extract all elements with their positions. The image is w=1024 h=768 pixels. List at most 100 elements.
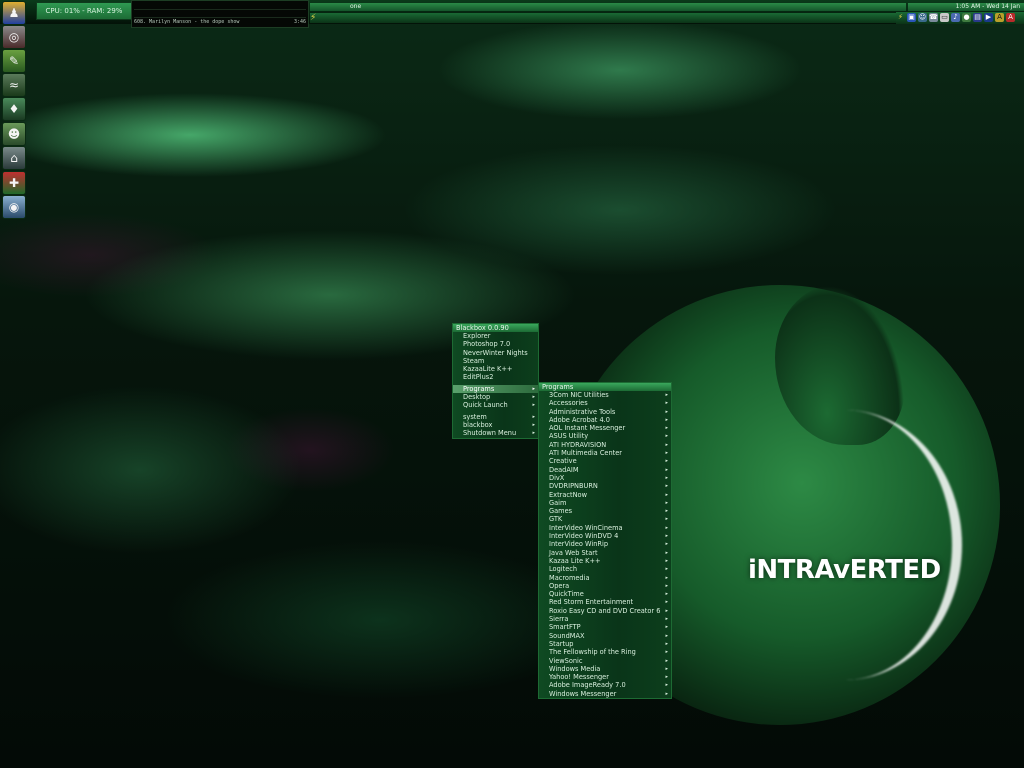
kazaa-icon[interactable]: ✚ xyxy=(2,171,26,195)
programs-menu-item-label: Windows Messenger xyxy=(549,689,617,698)
menu-item-programs[interactable]: Programs ▸ xyxy=(453,384,538,394)
gaim-icon[interactable]: ♦ xyxy=(2,97,26,121)
programs-menu-item[interactable]: The Fellowship of the Ring ▸ xyxy=(539,648,671,656)
programs-menu-item[interactable]: Gaim ▸ xyxy=(539,499,671,507)
menu-item-desktop[interactable]: Desktop ▸ xyxy=(453,393,538,401)
submenu-arrow-icon: ▸ xyxy=(665,557,668,564)
menu-item-system[interactable]: system ▸ xyxy=(453,413,538,421)
ati-tray-icon[interactable]: A xyxy=(1006,13,1015,22)
programs-menu-item[interactable]: Windows Messenger ▸ xyxy=(539,690,671,698)
programs-menu-item-label: Adobe ImageReady 7.0 xyxy=(549,681,626,690)
programs-menu-item[interactable]: Windows Media ▸ xyxy=(539,665,671,673)
volume-tray-icon[interactable]: ♪ xyxy=(951,13,960,22)
submenu-arrow-icon: ▸ xyxy=(665,458,668,465)
play-tray-icon[interactable]: ▶ xyxy=(984,13,993,22)
programs-menu-item[interactable]: DeadAIM ▸ xyxy=(539,466,671,474)
monitor-tray-icon[interactable]: ▭ xyxy=(940,13,949,22)
programs-menu-item[interactable]: Creative ▸ xyxy=(539,457,671,465)
headphones-icon[interactable]: ◎ xyxy=(2,25,26,49)
programs-menu-item-label: DVDRIPNBURN xyxy=(549,482,598,491)
programs-menu-item-label: The Fellowship of the Ring xyxy=(549,648,636,657)
programs-menu-item[interactable]: 3Com NIC Utilities ▸ xyxy=(539,391,671,399)
user-tray-icon[interactable]: ☺ xyxy=(918,13,927,22)
cpu-ram-monitor[interactable]: CPU: 01% - RAM: 29% xyxy=(36,2,132,20)
programs-menu-item[interactable]: ExtractNow ▸ xyxy=(539,491,671,499)
programs-menu-item-label: GTK xyxy=(549,515,563,524)
programs-menu-item[interactable]: Games ▸ xyxy=(539,507,671,515)
winamp-seek-row[interactable] xyxy=(134,10,306,18)
programs-menu-item[interactable]: ViewSonic ▸ xyxy=(539,657,671,665)
programs-menu-item[interactable]: Accessories ▸ xyxy=(539,399,671,407)
programs-menu-item[interactable]: Red Storm Entertainment ▸ xyxy=(539,598,671,606)
menu-item-explorer[interactable]: Explorer xyxy=(453,332,538,340)
submenu-arrow-icon: ▸ xyxy=(665,624,668,631)
programs-menu-item[interactable]: Startup ▸ xyxy=(539,640,671,648)
programs-menu-item[interactable]: AOL Instant Messenger ▸ xyxy=(539,424,671,432)
programs-menu-item[interactable]: DivX ▸ xyxy=(539,474,671,482)
phone-tray-icon[interactable]: ☎ xyxy=(929,13,938,22)
programs-menu-item[interactable]: Kazaa Lite K++ ▸ xyxy=(539,557,671,565)
submenu-arrow-icon: ▸ xyxy=(665,533,668,540)
submenu-arrow-icon: ▸ xyxy=(665,483,668,490)
ftp-icon[interactable]: ⌂ xyxy=(2,146,26,170)
submenu-arrow-icon: ▸ xyxy=(532,385,535,392)
programs-menu-item[interactable]: ATI Multimedia Center ▸ xyxy=(539,449,671,457)
programs-menu-item[interactable]: InterVideo WinCinema ▸ xyxy=(539,524,671,532)
submenu-arrow-icon: ▸ xyxy=(665,450,668,457)
programs-menu-item[interactable]: ASUS Utility ▸ xyxy=(539,432,671,440)
menu-item-neverwinter[interactable]: NeverWinter Nights xyxy=(453,349,538,357)
programs-menu-item[interactable]: Opera ▸ xyxy=(539,582,671,590)
menu-item-photoshop[interactable]: Photoshop 7.0 xyxy=(453,340,538,348)
submenu-arrow-icon: ▸ xyxy=(665,425,668,432)
winamp-player[interactable]: 608. Marilyn Manson - the dope show 3:46 xyxy=(131,0,309,28)
programs-menu-item-label: Gaim xyxy=(549,498,567,507)
workspace-label[interactable]: one xyxy=(310,3,906,11)
photoshop-icon[interactable]: ✎ xyxy=(2,49,26,73)
programs-menu-item[interactable]: SmartFTP ▸ xyxy=(539,623,671,631)
display-tray-icon[interactable]: ▤ xyxy=(973,13,982,22)
programs-list: 3Com NIC Utilities ▸ Accessories ▸ Administr… xyxy=(539,391,671,698)
programs-menu-item-label: Creative xyxy=(549,457,577,466)
programs-menu-item[interactable]: Roxio Easy CD and DVD Creator 6 ▸ xyxy=(539,607,671,615)
winamp-icon[interactable]: ◉ xyxy=(2,195,26,219)
menu-item-shutdown[interactable]: Shutdown Menu ▸ xyxy=(453,429,538,437)
programs-menu-item-label: DeadAIM xyxy=(549,465,579,474)
programs-menu-item[interactable]: Java Web Start ▸ xyxy=(539,549,671,557)
aim-tray-icon[interactable]: A xyxy=(995,13,1004,22)
programs-menu-item[interactable]: SoundMAX ▸ xyxy=(539,632,671,640)
programs-menu-item[interactable]: Administrative Tools ▸ xyxy=(539,408,671,416)
programs-menu-item[interactable]: Sierra ▸ xyxy=(539,615,671,623)
menu-item-editplus[interactable]: EditPlus2 xyxy=(453,373,538,381)
programs-menu-item[interactable]: InterVideo WinDVD 4 ▸ xyxy=(539,532,671,540)
programs-menu-item[interactable]: QuickTime ▸ xyxy=(539,590,671,598)
programs-menu-item[interactable]: InterVideo WinRip ▸ xyxy=(539,540,671,548)
clock-display[interactable]: 1:05 AM - Wed 14 Jan xyxy=(908,3,1024,11)
menu-item-blackbox[interactable]: blackbox ▸ xyxy=(453,421,538,429)
programs-menu-item[interactable]: Macromedia ▸ xyxy=(539,574,671,582)
programs-menu-item-label: InterVideo WinRip xyxy=(549,540,609,549)
programs-menu-item[interactable]: Logitech ▸ xyxy=(539,565,671,573)
messenger-tray-icon[interactable]: ● xyxy=(962,13,971,22)
winamp-controls-row[interactable] xyxy=(134,2,306,10)
programs-menu-item-label: Macromedia xyxy=(549,573,590,582)
submenu-arrow-icon: ▸ xyxy=(532,402,535,409)
alien-icon[interactable]: ☻ xyxy=(2,122,26,146)
programs-menu-item[interactable]: Yahoo! Messenger ▸ xyxy=(539,673,671,681)
blackbox-icon[interactable]: ♟ xyxy=(2,1,26,25)
menu-item-steam[interactable]: Steam xyxy=(453,357,538,365)
task-strip[interactable] xyxy=(310,13,906,23)
steam-icon[interactable]: ≈ xyxy=(2,73,26,97)
menu-item-kazaalite[interactable]: KazaaLite K++ xyxy=(453,365,538,373)
programs-menu-item[interactable]: ATI HYDRAVISION ▸ xyxy=(539,441,671,449)
programs-menu-item[interactable]: DVDRIPNBURN ▸ xyxy=(539,482,671,490)
programs-menu-item[interactable]: Adobe ImageReady 7.0 ▸ xyxy=(539,681,671,689)
lightning-icon[interactable]: ⚡ xyxy=(310,13,322,23)
programs-menu-item-label: Roxio Easy CD and DVD Creator 6 xyxy=(549,606,661,615)
programs-menu-item[interactable]: GTK ▸ xyxy=(539,515,671,523)
menu-item-quick-launch[interactable]: Quick Launch ▸ xyxy=(453,401,538,409)
programs-menu-item[interactable]: Adobe Acrobat 4.0 ▸ xyxy=(539,416,671,424)
network-tray-icon[interactable]: ▣ xyxy=(907,13,916,22)
lightning-tray-icon[interactable]: ⚡ xyxy=(896,13,905,22)
submenu-arrow-icon: ▸ xyxy=(665,408,668,415)
programs-menu-item-label: Windows Media xyxy=(549,664,601,673)
